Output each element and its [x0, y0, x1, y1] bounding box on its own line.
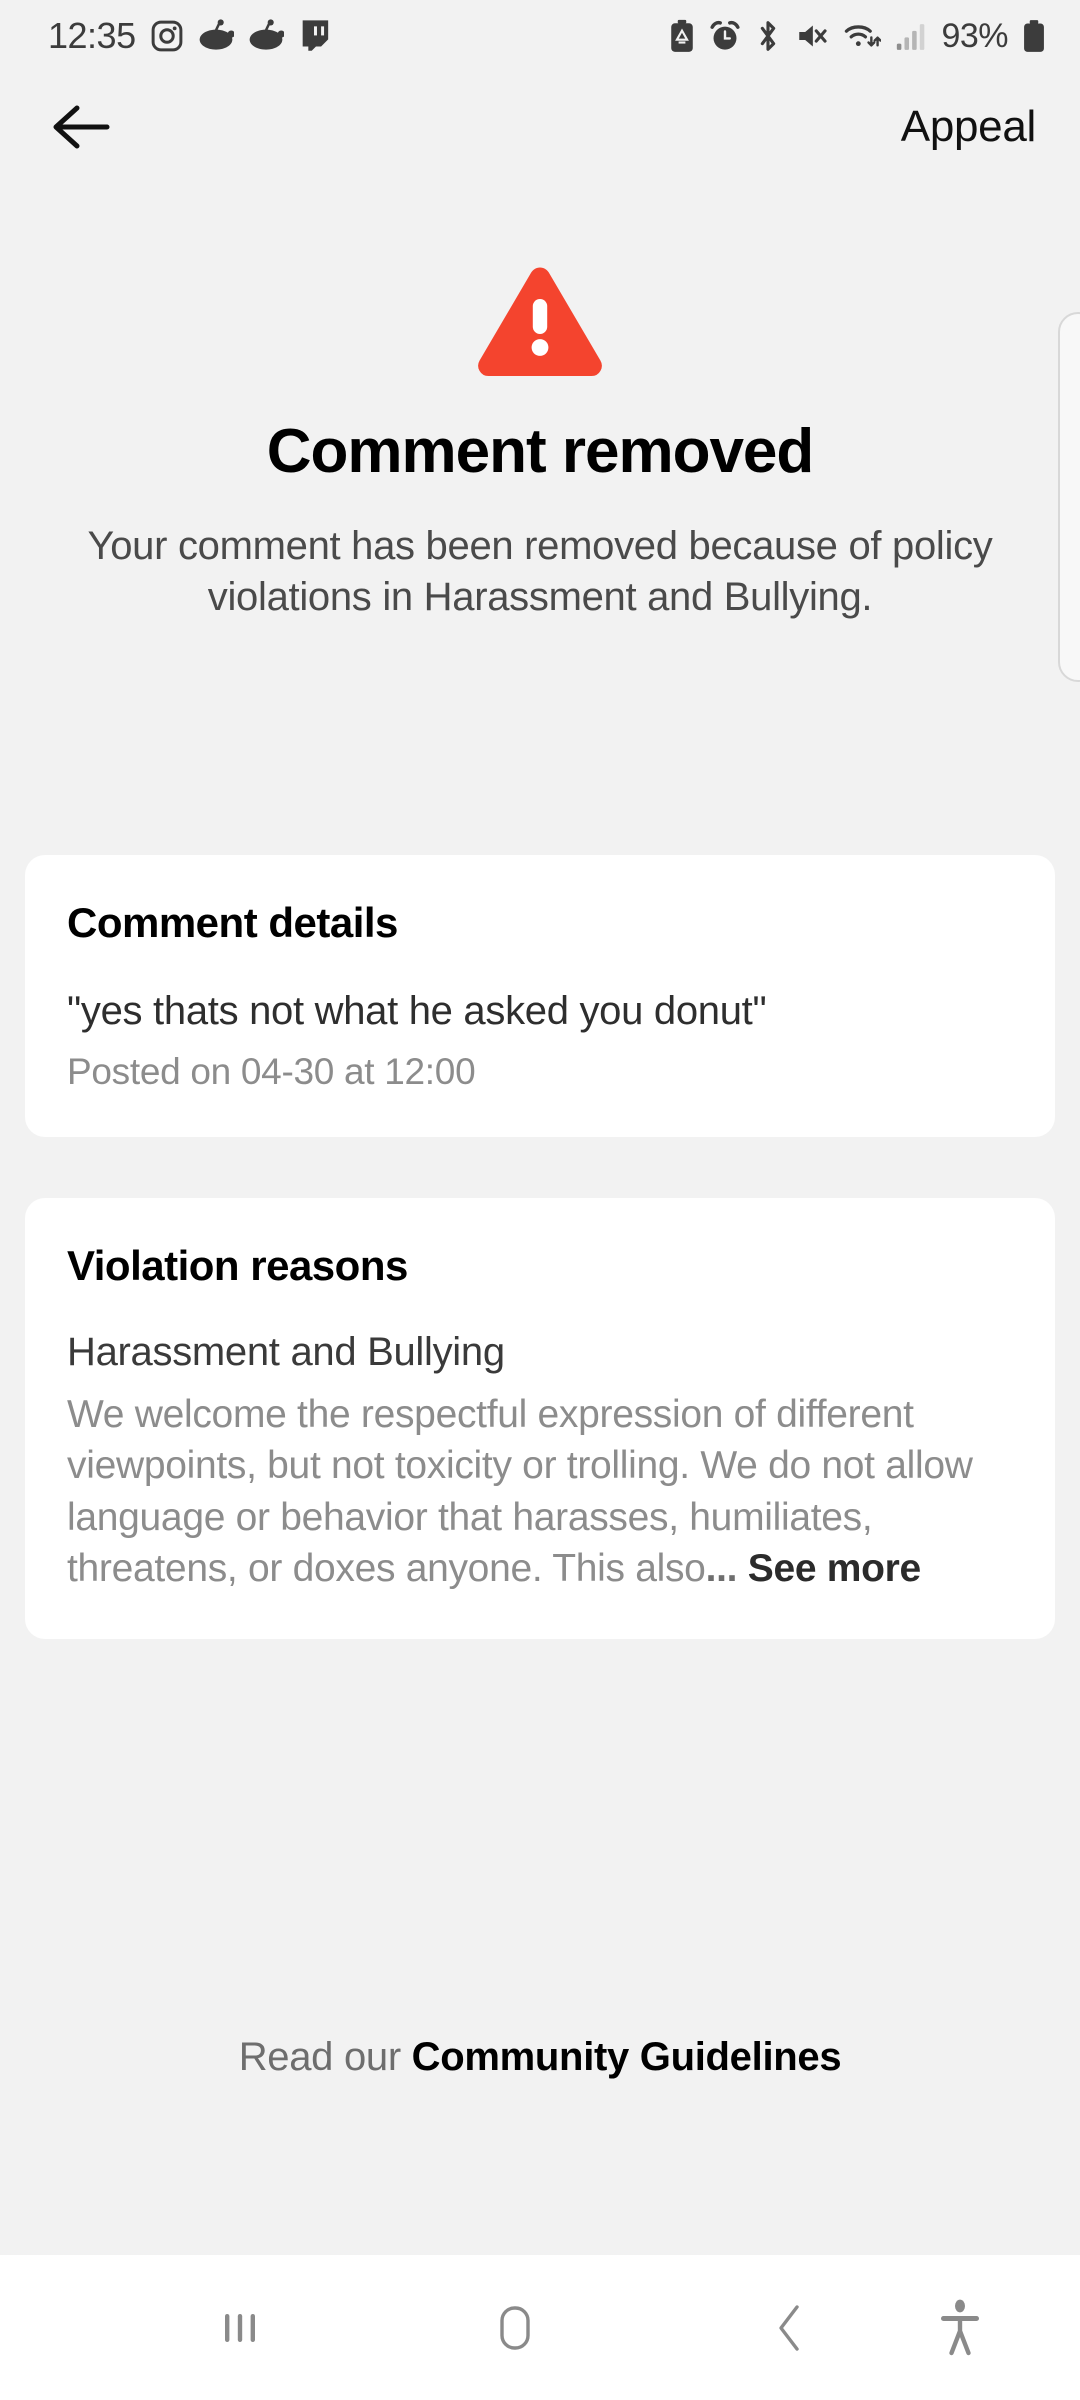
- battery-icon: [1024, 20, 1044, 52]
- status-bar-right: 93%: [669, 17, 1046, 56]
- comment-details-title: Comment details: [67, 899, 398, 946]
- hero-title: Comment removed: [266, 417, 815, 486]
- status-bar-left: 12:35: [48, 18, 330, 54]
- reddit-icon: [199, 19, 234, 50]
- violation-reason-body: We welcome the respectful expression of …: [67, 1389, 1013, 1595]
- comment-quote-text: "yes thats not what he asked you donut": [67, 989, 767, 1033]
- cellular-signal-icon: [897, 24, 925, 50]
- battery-saver-icon: [671, 19, 694, 52]
- app-bar: Appeal: [0, 72, 1080, 182]
- nav-recents-button[interactable]: [150, 2301, 330, 2355]
- status-bar-clock: 12:35: [48, 15, 136, 56]
- comment-posted-meta: Posted on 04-30 at 12:00: [67, 1051, 476, 1092]
- home-icon: [500, 2305, 530, 2350]
- violation-reason-name: Harassment and Bullying: [67, 1330, 505, 1374]
- reddit-icon: [249, 19, 284, 50]
- accessibility-icon: [941, 2299, 979, 2355]
- truncation-ellipsis: ...: [705, 1547, 738, 1591]
- bluetooth-icon: [761, 21, 776, 51]
- page-title: Appeal: [900, 102, 1037, 151]
- community-guidelines-link[interactable]: Community Guidelines: [412, 2035, 842, 2079]
- footer-prefix-text: Read our: [238, 2035, 412, 2079]
- hero-subtitle: Your comment has been removed because of…: [87, 524, 993, 620]
- hero-section: Comment removed Your comment has been re…: [0, 262, 1080, 623]
- wifi-icon: [845, 25, 882, 47]
- see-more-button[interactable]: See more: [748, 1547, 922, 1590]
- system-nav-bar: [0, 2255, 1080, 2400]
- warning-triangle-icon: [478, 267, 602, 376]
- back-chevron-icon: [779, 2304, 799, 2351]
- battery-percent-label: 93%: [941, 16, 1008, 55]
- comment-details-card: Comment details "yes thats not what he a…: [25, 855, 1055, 1137]
- status-bar: 12:35 93%: [0, 0, 1080, 72]
- violation-reasons-card: Violation reasons Harassment and Bullyin…: [25, 1198, 1055, 1639]
- twitch-icon: [302, 20, 328, 51]
- arrow-left-icon: [53, 105, 110, 149]
- community-guidelines-footer: Read our Community Guidelines: [0, 2035, 1080, 2080]
- recents-icon: [225, 2313, 255, 2342]
- nav-home-button[interactable]: [330, 2299, 700, 2357]
- phone-screen: 12:35 93% Appeal Comment removed Your co…: [0, 0, 1080, 2400]
- volume-mute-icon: [799, 25, 828, 47]
- back-button[interactable]: [44, 91, 116, 163]
- nav-accessibility-button[interactable]: [880, 2297, 1040, 2359]
- nav-back-button[interactable]: [700, 2299, 880, 2357]
- alarm-icon: [710, 20, 740, 50]
- instagram-icon: [151, 20, 182, 52]
- violation-reasons-title: Violation reasons: [67, 1242, 408, 1289]
